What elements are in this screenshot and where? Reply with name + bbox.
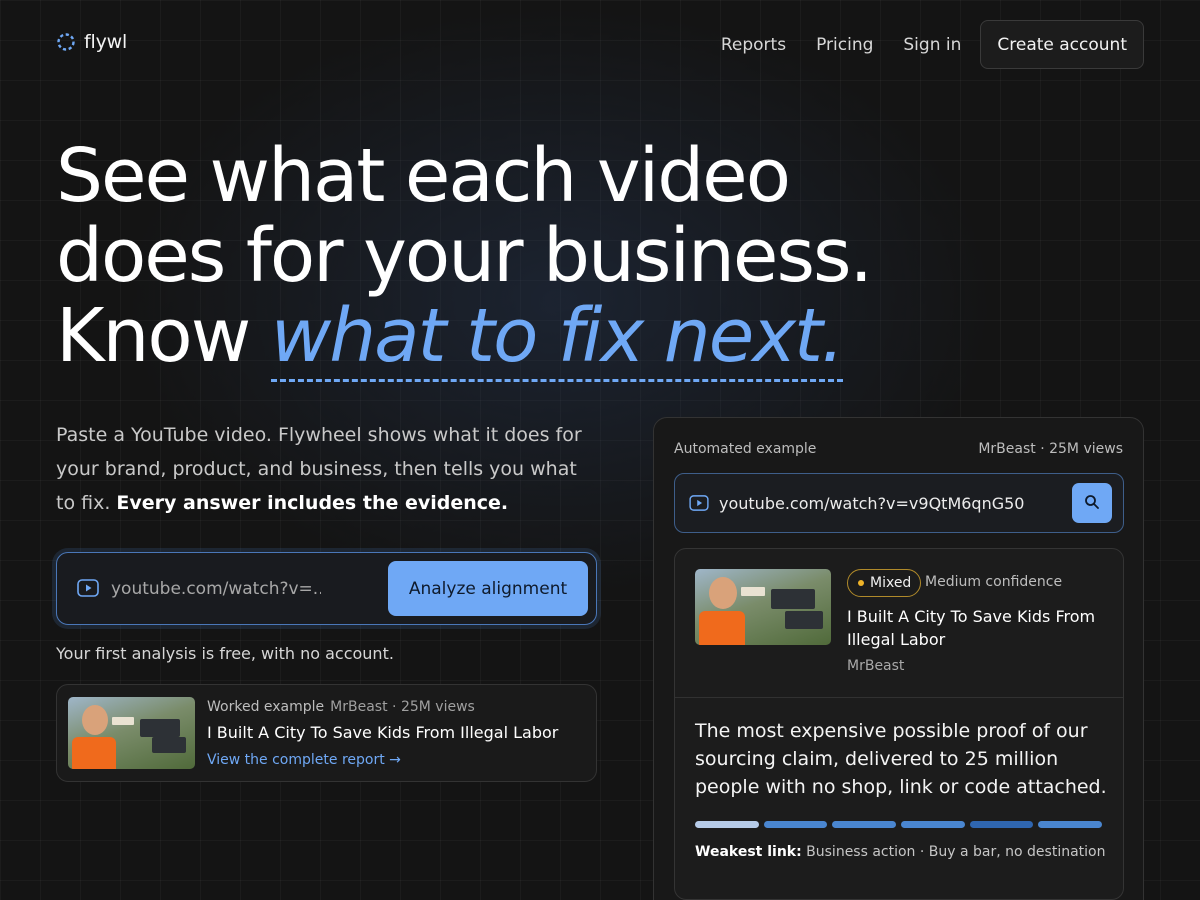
weakest-link: Weakest link: Business action · Buy a ba…	[695, 844, 1105, 860]
example-title: I Built A City To Save Kids From Illegal…	[207, 723, 559, 742]
logo-icon	[57, 33, 75, 51]
alignment-bar	[695, 821, 759, 828]
result-video-title: I Built A City To Save Kids From Illegal…	[847, 607, 1096, 649]
alignment-bars	[695, 821, 1103, 828]
hero-headline: See what each video does for your busine…	[56, 133, 916, 382]
example-channel-views: MrBeast · 25M views	[330, 699, 475, 715]
panel-meta: MrBeast · 25M views	[978, 441, 1123, 457]
hero-line-1: See what each video	[56, 133, 791, 219]
example-url-text: youtube.com/watch?v=v9QtM6qnG50	[719, 494, 1025, 513]
search-icon	[1085, 494, 1099, 509]
nav-links: Reports Pricing Sign in Create account	[721, 20, 1144, 69]
divider	[675, 697, 1123, 698]
search-button[interactable]	[1072, 483, 1112, 523]
verdict-badge: Mixed	[847, 569, 922, 597]
confidence-label: Medium confidence	[925, 574, 1063, 590]
example-url-field[interactable]: youtube.com/watch?v=v9QtM6qnG50	[674, 473, 1124, 533]
analyze-form: Analyze alignment	[56, 552, 597, 625]
example-label: Worked example	[207, 699, 325, 715]
video-thumbnail	[68, 697, 195, 769]
worked-example-card[interactable]: Worked example MrBeast · 25M views I Buil…	[56, 684, 597, 782]
free-note: Your first analysis is free, with no acc…	[56, 644, 394, 663]
weakest-link-value: Business action · Buy a bar, no destinat…	[801, 844, 1106, 860]
hero-line-2: does for your business.	[56, 213, 873, 299]
result-summary: The most expensive possible proof of our…	[695, 720, 1107, 798]
verdict-label: Mixed	[870, 575, 912, 591]
hero-line-3: Know	[56, 293, 271, 379]
nav-link-sign-in[interactable]: Sign in	[903, 35, 961, 55]
video-url-input[interactable]	[111, 575, 321, 603]
alignment-bar	[763, 821, 828, 828]
play-icon	[77, 579, 99, 597]
alignment-bar	[832, 821, 897, 828]
example-meta: Worked example MrBeast · 25M views	[207, 699, 475, 715]
lead-emphasis: Every answer includes the evidence.	[116, 492, 509, 514]
nav-link-pricing[interactable]: Pricing	[816, 35, 873, 55]
top-nav: flywl Reports Pricing Sign in Create acc…	[56, 20, 1144, 69]
alignment-bar	[969, 821, 1034, 828]
panel-label: Automated example	[674, 441, 817, 457]
automated-example-panel: Automated example MrBeast · 25M views yo…	[653, 417, 1144, 900]
view-report-link[interactable]: View the complete report →	[207, 752, 401, 768]
alignment-bar	[1038, 821, 1103, 828]
brand[interactable]: flywl	[56, 31, 127, 53]
nav-link-reports[interactable]: Reports	[721, 35, 786, 55]
video-thumbnail	[695, 569, 831, 645]
lead-paragraph: Paste a YouTube video. Flywheel shows wh…	[56, 418, 596, 520]
analysis-result-card: Mixed Medium confidence I Built A City T…	[674, 548, 1124, 900]
create-account-button[interactable]: Create account	[980, 20, 1144, 69]
analyze-alignment-button[interactable]: Analyze alignment	[388, 561, 588, 616]
alignment-bar	[901, 821, 965, 828]
hero-accent: what to fix next.	[270, 293, 845, 382]
brand-name: flywl	[84, 31, 128, 53]
weakest-link-label: Weakest link:	[695, 844, 802, 860]
status-dot-icon	[858, 580, 864, 586]
play-icon	[689, 495, 709, 511]
result-channel: MrBeast	[847, 658, 905, 674]
